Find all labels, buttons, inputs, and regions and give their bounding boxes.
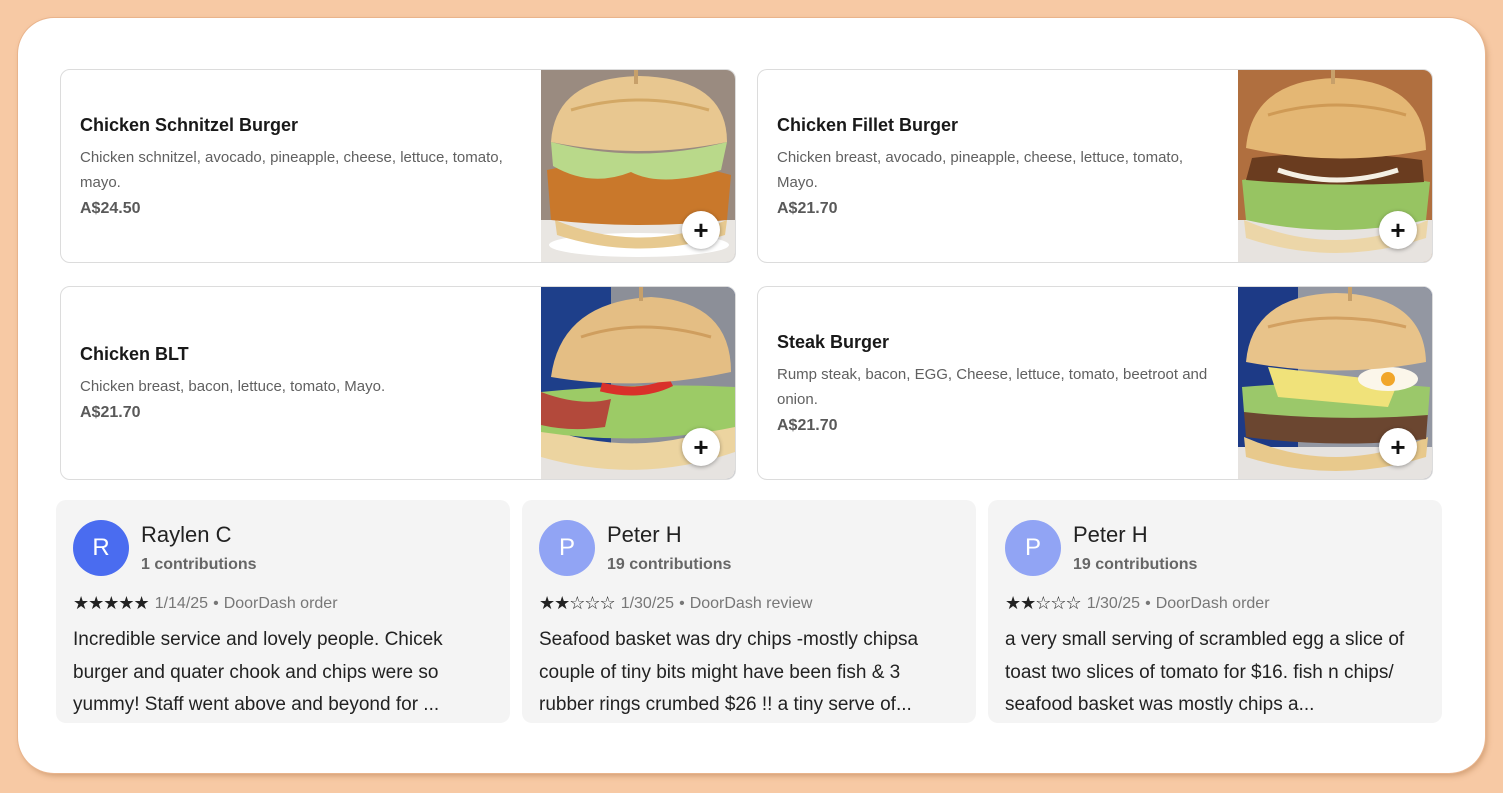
menu-item-name: Steak Burger (777, 331, 890, 352)
menu-item-price: A$24.50 (80, 199, 141, 217)
menu-item-description: Chicken breast, bacon, lettuce, tomato, … (80, 378, 386, 395)
review-meta: ★★★★★ 1/14/25 • DoorDash order (73, 593, 338, 614)
review-source: DoorDash order (223, 594, 338, 612)
menu-item-name: Chicken BLT (80, 344, 189, 364)
separator-dot: • (213, 594, 219, 612)
menu-item-chicken-fillet-burger[interactable]: Chicken Fillet Burger Chicken breast, av… (757, 69, 1433, 263)
menu-item-price: A$21.70 (777, 199, 838, 217)
reviewer-contributions: 1 contributions (141, 556, 257, 573)
review-card[interactable]: P Peter H 19 contributions ★★☆☆☆ 1/30/25… (988, 500, 1442, 723)
burger-photo-icon: + (1238, 70, 1432, 262)
add-to-cart-button[interactable]: + (682, 428, 720, 466)
reviewer-name: Peter H (607, 522, 682, 547)
star-rating-icon: ★★☆☆☆ (539, 593, 616, 613)
review-source: DoorDash order (1155, 594, 1270, 612)
burger-photo-icon: + (541, 70, 735, 262)
menu-item-description: Chicken schnitzel, avocado, pineapple, c… (80, 148, 503, 191)
review-meta: ★★☆☆☆ 1/30/25 • DoorDash order (1005, 593, 1270, 614)
review-source: DoorDash review (689, 594, 813, 612)
content-panel: Chicken Schnitzel Burger Chicken schnitz… (18, 18, 1485, 773)
add-to-cart-button[interactable]: + (1379, 211, 1417, 249)
separator-dot: • (679, 594, 685, 612)
reviewer-contributions: 19 contributions (1073, 556, 1198, 573)
review-meta: ★★☆☆☆ 1/30/25 • DoorDash review (539, 593, 812, 614)
menu-item-name: Chicken Schnitzel Burger (80, 114, 299, 135)
menu-item-price: A$21.70 (80, 404, 141, 421)
review-text: a very small serving of scrambled egg a … (1005, 629, 1405, 715)
avatar: R (73, 520, 129, 576)
menu-item-price: A$21.70 (777, 416, 838, 434)
burger-photo-icon: + (1238, 287, 1432, 479)
star-rating-icon: ★★☆☆☆ (1005, 593, 1082, 613)
reviewer-contributions: 19 contributions (607, 556, 732, 573)
burger-photo-icon: + (541, 287, 735, 479)
add-to-cart-button[interactable]: + (1379, 428, 1417, 466)
reviewer-name: Raylen C (141, 522, 232, 547)
review-card[interactable]: P Peter H 19 contributions ★★☆☆☆ 1/30/25… (522, 500, 976, 723)
star-rating-icon: ★★★★★ (73, 593, 150, 613)
menu-item-chicken-schnitzel-burger[interactable]: Chicken Schnitzel Burger Chicken schnitz… (60, 69, 736, 263)
avatar: P (1005, 520, 1061, 576)
review-card[interactable]: R Raylen C 1 contributions ★★★★★ 1/14/25… (56, 500, 510, 723)
review-text: Incredible service and lovely people. Ch… (73, 629, 443, 715)
review-date: 1/30/25 (1086, 594, 1141, 612)
menu-item-name: Chicken Fillet Burger (777, 114, 959, 135)
menu-item-description: Rump steak, bacon, EGG, Cheese, lettuce,… (777, 365, 1208, 408)
menu-item-chicken-blt[interactable]: Chicken BLT Chicken breast, bacon, lettu… (60, 286, 736, 480)
menu-item-description: Chicken breast, avocado, pineapple, chee… (777, 148, 1184, 191)
review-text: Seafood basket was dry chips -mostly chi… (539, 629, 919, 715)
reviewer-name: Peter H (1073, 522, 1148, 547)
review-date: 1/14/25 (154, 594, 209, 612)
review-date: 1/30/25 (620, 594, 675, 612)
avatar: P (539, 520, 595, 576)
menu-item-steak-burger[interactable]: Steak Burger Rump steak, bacon, EGG, Che… (757, 286, 1433, 480)
add-to-cart-button[interactable]: + (682, 211, 720, 249)
separator-dot: • (1145, 594, 1151, 612)
